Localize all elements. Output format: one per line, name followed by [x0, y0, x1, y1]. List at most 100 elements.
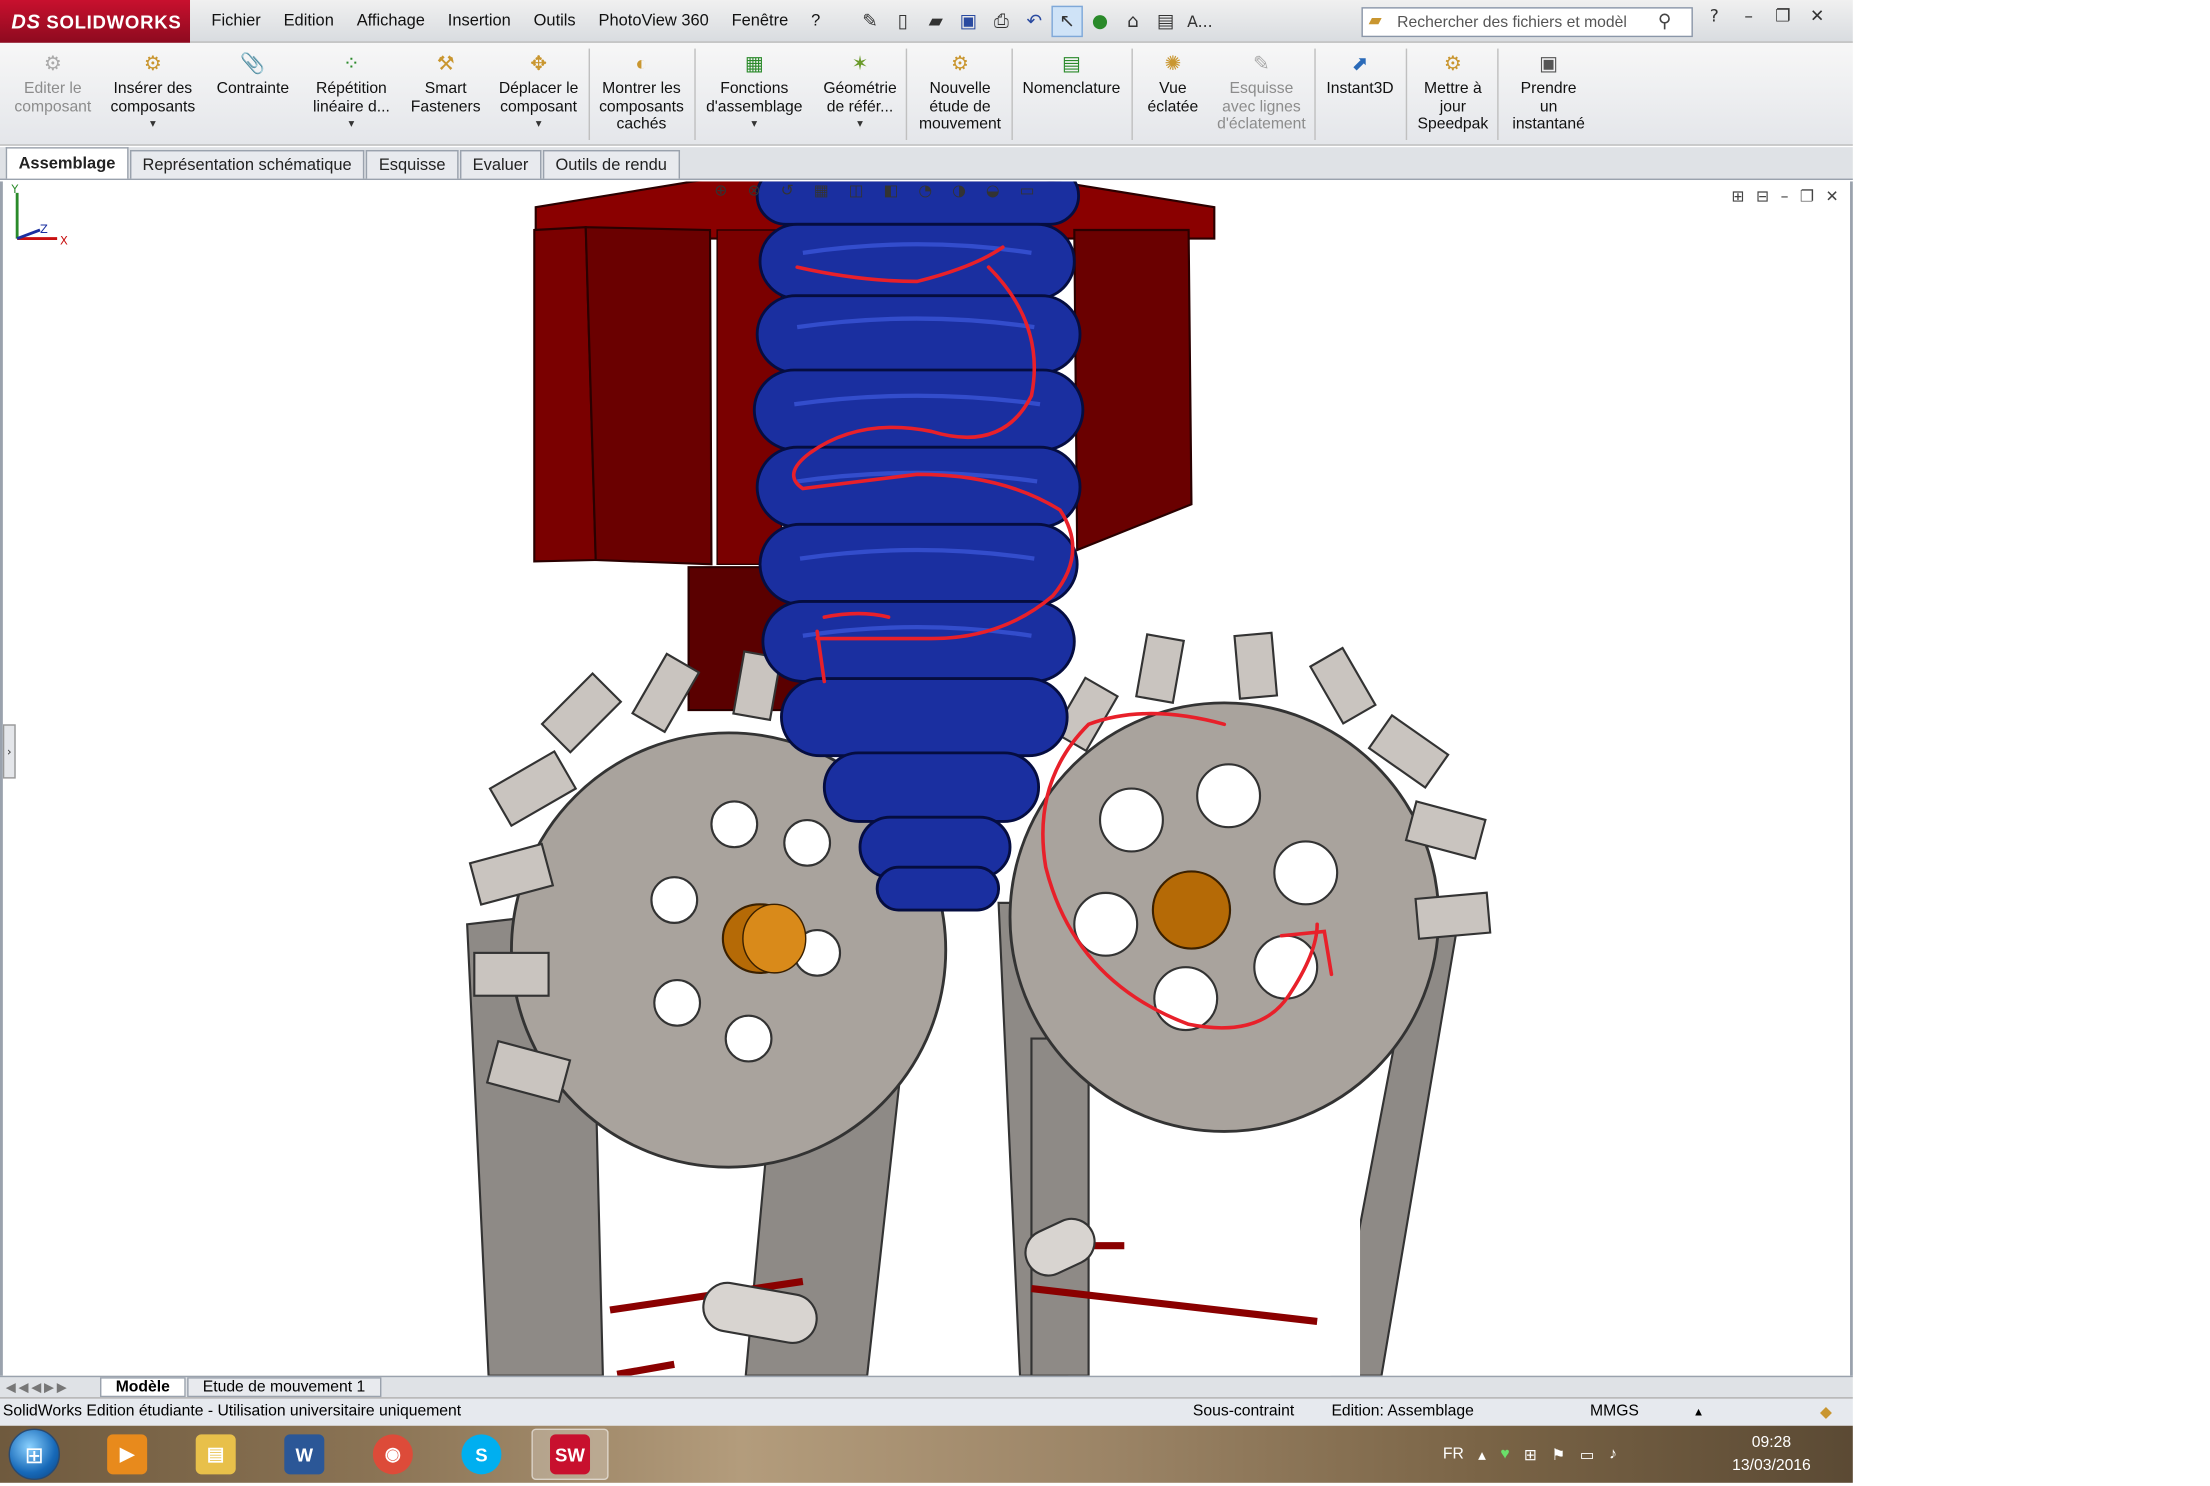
view-orientation-icon[interactable]: ◫ [849, 181, 864, 200]
mettre-a-jour-speedpak-button[interactable]: ⚙ Mettre à jour Speedpak [1409, 49, 1498, 143]
speedpak-icon: ⚙ [1443, 51, 1462, 74]
viewport-restore-icon[interactable]: ❐ [1800, 187, 1814, 206]
smart-fasteners-icon: ⚒ [436, 51, 455, 74]
menu-fenetre[interactable]: Fenêtre [720, 13, 799, 30]
tile-vertical-icon[interactable]: ⊟ [1756, 187, 1769, 206]
tile-horizontal-icon[interactable]: ⊞ [1731, 187, 1744, 206]
apply-scene-icon[interactable]: ◒ [986, 181, 1000, 200]
taskbar-word[interactable]: W [266, 1429, 343, 1480]
viewport-minimize-icon[interactable]: – [1781, 187, 1789, 206]
feature-manager-toggle[interactable]: › [2, 724, 16, 779]
network-icon[interactable]: ▭ [1580, 1445, 1595, 1463]
chevron-down-icon[interactable]: ▾ [751, 116, 757, 134]
montrer-composants-caches-button[interactable]: ◐ Montrer les composants cachés [591, 49, 691, 143]
tab-outils-de-rendu[interactable]: Outils de rendu [542, 150, 680, 179]
vue-eclatee-button[interactable]: ✺ Vue éclatée [1134, 49, 1211, 143]
chevron-down-icon[interactable]: ▾ [536, 116, 542, 134]
repetition-lineaire-button[interactable]: ⁘ Répétition linéaire d... ▾ [303, 49, 400, 143]
window-controls: ? – ❐ ✕ [1700, 6, 1831, 26]
previous-view-icon[interactable]: ↺ [781, 181, 794, 200]
help-icon[interactable]: ? [1700, 6, 1729, 26]
undo-icon[interactable]: ↶ [1019, 6, 1050, 37]
security-icon[interactable]: ♥ [1500, 1446, 1509, 1463]
hide-show-icon[interactable]: ◔ [918, 181, 932, 200]
units-arrow-icon[interactable]: ▲ [1693, 1406, 1704, 1419]
tab-evaluer[interactable]: Evaluer [459, 150, 542, 179]
language-indicator[interactable]: FR [1443, 1446, 1464, 1463]
section-view-icon[interactable]: ▦ [814, 181, 829, 200]
edit-appearance-icon[interactable]: ◑ [952, 181, 966, 200]
zoom-to-fit-icon[interactable]: ⊕ [714, 181, 727, 200]
inserer-composants-button[interactable]: ⚙ Insérer des composants ▾ [103, 49, 203, 143]
chevron-down-icon[interactable]: ▾ [857, 116, 863, 134]
close-icon[interactable]: ✕ [1803, 6, 1832, 26]
taskbar-skype[interactable]: S [443, 1429, 520, 1480]
instant3d-button[interactable]: ⬈ Instant3D [1317, 49, 1403, 143]
show-hidden-icons-icon[interactable]: ▴ [1478, 1445, 1486, 1463]
reference-triad: Y X Z [10, 182, 68, 247]
chevron-down-icon[interactable]: ▾ [150, 116, 156, 134]
taskbar-media-player[interactable]: ▶ [89, 1429, 166, 1480]
tab-modele[interactable]: Modèle [100, 1377, 186, 1398]
tab-etude-mouvement-1[interactable]: Etude de mouvement 1 [187, 1377, 381, 1398]
tab-scroll-arrows[interactable]: ◀◀◀▶▶ [0, 1379, 100, 1395]
tab-assemblage[interactable]: Assemblage [5, 147, 129, 179]
print-icon[interactable]: ⎙ [986, 6, 1017, 37]
chrome-icon: ◉ [372, 1434, 413, 1475]
save-icon[interactable]: ▣ [953, 6, 984, 37]
rebuild-icon[interactable]: ⌂ [1117, 6, 1148, 37]
search-icon[interactable]: ⚲ [1658, 10, 1672, 33]
contrainte-button[interactable]: 📎 Contrainte [206, 49, 300, 143]
zoom-area-icon[interactable]: ⊗ [747, 181, 760, 200]
command-manager: ⚙ Editer le composant ⚙ Insérer des compos… [0, 42, 1853, 146]
taskbar-file-explorer[interactable]: ▤ [177, 1429, 254, 1480]
taskbar-solidworks[interactable]: SW [531, 1428, 609, 1481]
menu-edition[interactable]: Edition [272, 13, 345, 30]
exploded-view-icon: ✺ [1164, 51, 1182, 74]
menu-fichier[interactable]: Fichier [200, 13, 272, 30]
chevron-down-icon[interactable]: ▾ [349, 116, 355, 134]
tab-esquisse[interactable]: Esquisse [365, 150, 459, 179]
viewport-close-icon[interactable]: ✕ [1825, 187, 1838, 206]
start-button[interactable]: ⊞ [8, 1428, 61, 1481]
deplacer-composant-button[interactable]: ✥ Déplacer le composant ▾ [489, 49, 589, 143]
editer-composant-button[interactable]: ⚙ Editer le composant [6, 49, 100, 143]
search-input[interactable]: ▰ Rechercher des fichiers et modèl ⚲ [1361, 7, 1693, 38]
taskbar-clock[interactable]: 09:28 13/03/2016 [1714, 1431, 1828, 1477]
rebuild-status-icon[interactable]: ◆ [1820, 1403, 1832, 1421]
tab-representation-schematique[interactable]: Représentation schématique [129, 150, 365, 179]
menu-affichage[interactable]: Affichage [345, 13, 436, 30]
smart-fasteners-button[interactable]: ⚒ Smart Fasteners [403, 49, 489, 143]
new-document-icon[interactable]: ▯ [887, 6, 918, 37]
esquisse-lignes-eclatement-button[interactable]: ✎ Esquisse avec lignes d'éclatement [1211, 49, 1311, 143]
fonctions-assemblage-button[interactable]: ▦ Fonctions d'assemblage ▾ [697, 49, 811, 143]
graphics-area[interactable]: ⊕ ⊗ ↺ ▦ ◫ ◧ ◔ ◑ ◒ ▭ ⊞ ⊟ – ❐ ✕ › Y X Z [0, 181, 1853, 1376]
nomenclature-button[interactable]: ▤ Nomenclature [1014, 49, 1128, 143]
view-settings-icon[interactable]: ▭ [1020, 181, 1035, 200]
select-cursor-icon[interactable]: ↖ [1051, 5, 1083, 38]
geometrie-reference-button[interactable]: ✶ Géométrie de référ... ▾ [814, 49, 905, 143]
volume-icon[interactable]: ♪ [1609, 1446, 1617, 1463]
menu-help[interactable]: ? [800, 13, 832, 30]
menu-photoview[interactable]: PhotoView 360 [587, 13, 720, 30]
pin-icon[interactable]: ✎ [854, 6, 885, 37]
menu-outils[interactable]: Outils [522, 13, 587, 30]
open-folder-icon[interactable]: ▰ [920, 6, 951, 37]
prendre-instantane-button[interactable]: ▣ Prendre un instantané [1500, 49, 1597, 143]
flag-icon[interactable]: ⚑ [1551, 1445, 1565, 1463]
units-button[interactable]: MMGS [1590, 1403, 1639, 1420]
taskbar-chrome[interactable]: ◉ [354, 1429, 431, 1480]
minimize-icon[interactable]: – [1734, 6, 1763, 26]
restore-icon[interactable]: ❐ [1769, 6, 1798, 26]
options-icon[interactable]: ▤ [1150, 6, 1181, 37]
ribbon-separator [1497, 48, 1499, 141]
nouvelle-etude-mouvement-button[interactable]: ⚙ Nouvelle étude de mouvement [909, 49, 1012, 143]
solidworks-logo[interactable]: DS SOLIDWORKS [0, 0, 191, 43]
menu-insertion[interactable]: Insertion [436, 13, 522, 30]
traffic-light-icon[interactable]: ● [1084, 6, 1115, 37]
more-tools-button[interactable]: A... [1183, 6, 1217, 37]
windows-update-icon[interactable]: ⊞ [1524, 1445, 1537, 1463]
solidworks-icon: SW [550, 1434, 591, 1475]
display-style-icon[interactable]: ◧ [884, 181, 899, 200]
media-player-icon: ▶ [107, 1434, 148, 1475]
